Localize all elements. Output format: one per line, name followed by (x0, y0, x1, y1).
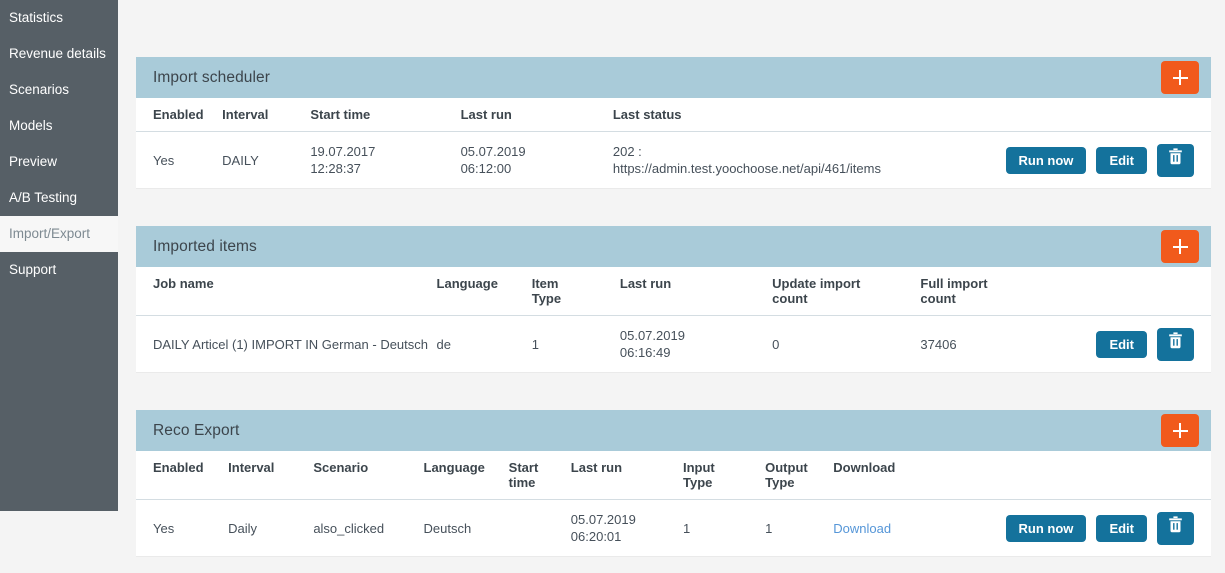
delete-button[interactable] (1157, 327, 1194, 361)
table-header-row: Job name Language Item Type Last run Upd… (136, 267, 1211, 316)
col-enabled: Enabled (136, 98, 223, 132)
page-root: Statistics Revenue details Scenarios Mod… (0, 0, 1225, 573)
col-actions (1065, 267, 1211, 316)
cell-actions: Run now Edit (923, 500, 1211, 557)
cell-start-time: 19.07.2017 12:28:37 (310, 144, 376, 176)
panel-header: Reco Export (136, 410, 1211, 451)
cell-item-type: 1 (531, 336, 539, 352)
row-actions: Edit (1066, 327, 1207, 361)
table-header-row: Enabled Interval Start time Last run Las… (136, 98, 1211, 132)
col-interval: Interval (222, 98, 311, 132)
panel-title: Import scheduler (153, 68, 271, 86)
col-last-run: Last run (570, 451, 683, 500)
col-job-name: Job name (136, 267, 437, 316)
trash-icon (1168, 331, 1183, 358)
panel-header: Imported items (136, 226, 1211, 267)
sidebar-item-revenue-details[interactable]: Revenue details (0, 36, 118, 72)
edit-button[interactable]: Edit (1096, 514, 1147, 542)
edit-button[interactable]: Edit (1096, 330, 1147, 358)
main-content: Import scheduler Enabled Interval Start … (118, 0, 1225, 573)
cell-job-name: DAILY Articel (1) IMPORT IN German - Deu… (153, 336, 429, 352)
table-row: Yes Daily also_clicked Deutsch 05.07.201… (136, 500, 1211, 557)
panel-title: Reco Export (153, 421, 240, 439)
run-now-button[interactable]: Run now (1005, 514, 1087, 542)
run-now-button[interactable]: Run now (1005, 146, 1087, 174)
col-last-run: Last run (619, 267, 773, 316)
delete-button[interactable] (1157, 511, 1194, 545)
imported-items-table: Job name Language Item Type Last run Upd… (136, 267, 1211, 372)
col-start-time: Start time (508, 451, 571, 500)
cell-last-run: 05.07.2019 06:20:01 (570, 512, 636, 544)
col-update-import-count: Update import count (772, 267, 921, 316)
reco-export-table: Enabled Interval Scenario Language Start… (136, 451, 1211, 556)
add-import-scheduler-button[interactable] (1161, 61, 1199, 94)
table-row: DAILY Articel (1) IMPORT IN German - Deu… (136, 316, 1211, 373)
col-actions (923, 451, 1211, 500)
row-actions: Run now Edit (923, 511, 1207, 545)
table-row: Yes DAILY 19.07.2017 12:28:37 05.07.2019… (136, 132, 1211, 189)
download-link[interactable]: Download (833, 521, 891, 536)
table-header-row: Enabled Interval Scenario Language Start… (136, 451, 1211, 500)
col-start-time: Start time (310, 98, 461, 132)
cell-actions: Run now Edit (969, 132, 1211, 189)
cell-full-import-count: 37406 (920, 336, 957, 352)
col-full-import-count: Full import count (920, 267, 1066, 316)
add-imported-item-button[interactable] (1161, 230, 1199, 263)
cell-update-import-count: 0 (772, 336, 780, 352)
panel-footer (136, 556, 1211, 573)
sidebar-item-scenarios[interactable]: Scenarios (0, 72, 118, 108)
cell-last-run: 05.07.2019 06:16:49 (619, 328, 685, 360)
col-download: Download (833, 451, 924, 500)
cell-scenario: also_clicked (313, 520, 385, 536)
sidebar-item-statistics[interactable]: Statistics (0, 0, 118, 36)
panel-header: Import scheduler (136, 57, 1211, 98)
trash-icon (1168, 147, 1183, 174)
col-actions (968, 98, 1211, 132)
sidebar: Statistics Revenue details Scenarios Mod… (0, 0, 118, 511)
col-interval: Interval (228, 451, 314, 500)
sidebar-item-ab-testing[interactable]: A/B Testing (0, 180, 118, 216)
cell-actions: Edit (1066, 316, 1211, 373)
cell-language: de (436, 336, 452, 352)
col-enabled: Enabled (136, 451, 229, 500)
import-scheduler-table: Enabled Interval Start time Last run Las… (136, 98, 1211, 188)
panel-footer (136, 188, 1211, 205)
delete-button[interactable] (1157, 143, 1194, 177)
sidebar-item-support[interactable]: Support (0, 252, 118, 288)
row-actions: Run now Edit (969, 143, 1207, 177)
col-input-type: Input Type (682, 451, 766, 500)
cell-download: Download (833, 500, 923, 557)
col-language: Language (423, 451, 509, 500)
sidebar-item-preview[interactable]: Preview (0, 144, 118, 180)
col-output-type: Output Type (765, 451, 834, 500)
sidebar-item-models[interactable]: Models (0, 108, 118, 144)
col-language: Language (436, 267, 532, 316)
cell-enabled: Yes (153, 152, 175, 168)
cell-output-type: 1 (765, 520, 773, 536)
sidebar-item-import-export[interactable]: Import/Export (0, 216, 118, 252)
col-item-type: Item Type (531, 267, 620, 316)
cell-start-time (509, 500, 571, 557)
panel-import-scheduler: Import scheduler Enabled Interval Start … (136, 57, 1211, 205)
col-scenario: Scenario (313, 451, 424, 500)
cell-input-type: 1 (682, 520, 691, 536)
panel-title: Imported items (153, 237, 257, 255)
panel-reco-export: Reco Export Enabled Interval Scenario La… (136, 410, 1211, 573)
add-reco-export-button[interactable] (1161, 414, 1199, 447)
trash-icon (1168, 515, 1183, 542)
panel-imported-items: Imported items Job name Language Item Ty… (136, 226, 1211, 389)
col-last-run: Last run (460, 98, 613, 132)
cell-last-status: 202 : https://admin.test.yoochoose.net/a… (612, 144, 881, 176)
cell-interval: DAILY (222, 152, 259, 168)
panel-footer (136, 372, 1211, 389)
col-last-status: Last status (612, 98, 969, 132)
cell-enabled: Yes (153, 520, 175, 536)
cell-language: Deutsch (423, 520, 472, 536)
edit-button[interactable]: Edit (1096, 146, 1147, 174)
cell-interval: Daily (228, 520, 258, 536)
cell-last-run: 05.07.2019 06:12:00 (460, 144, 526, 176)
